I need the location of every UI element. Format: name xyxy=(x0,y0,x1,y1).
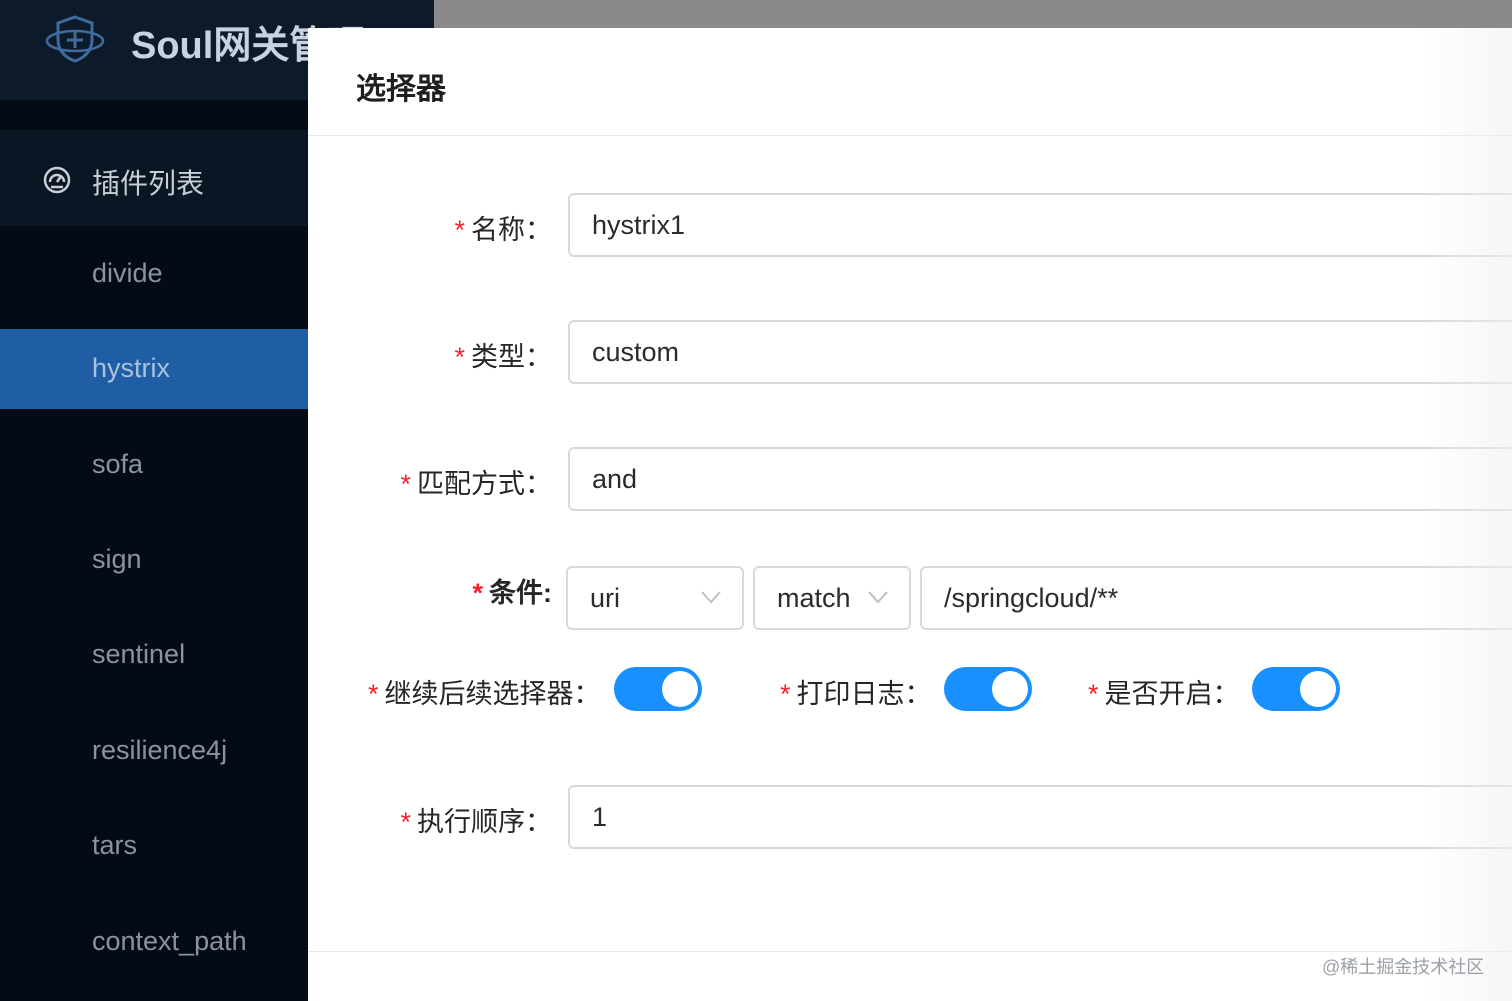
logged-switch[interactable] xyxy=(944,667,1032,711)
sidebar-item-divide[interactable]: divide xyxy=(0,234,308,314)
sidebar-item-sofa[interactable]: sofa xyxy=(0,425,308,505)
sidebar-item-label: resilience4j xyxy=(92,735,228,765)
sidebar-item-tars[interactable]: tars xyxy=(0,806,308,886)
condition-label: * 条件: xyxy=(472,578,552,608)
required-mark: * xyxy=(472,578,483,608)
sort-input-value: 1 xyxy=(592,802,608,832)
sidebar-item-label: sentinel xyxy=(92,639,186,669)
condition-param-type-select[interactable]: uri xyxy=(566,566,744,630)
name-label: * 名称： xyxy=(454,215,552,245)
drawer-header: 选择器 xyxy=(308,28,1512,136)
enabled-switch[interactable] xyxy=(1252,667,1340,711)
chevron-down-icon xyxy=(701,591,721,604)
required-mark: * xyxy=(368,679,379,709)
drawer-title: 选择器 xyxy=(356,73,446,106)
required-mark: * xyxy=(400,469,411,499)
sidebar-item-label: tars xyxy=(92,830,138,860)
sidebar-item-label: hystrix xyxy=(92,353,171,383)
sidebar-item-sign[interactable]: sign xyxy=(0,520,308,600)
sidebar-item-label: sign xyxy=(92,544,142,574)
type-select[interactable]: custom xyxy=(568,320,1512,384)
sort-label: * 执行顺序： xyxy=(400,807,552,837)
required-mark: * xyxy=(780,679,791,709)
match-mode-label: * 匹配方式： xyxy=(400,469,552,499)
condition-operator-select[interactable]: match xyxy=(753,566,911,630)
match-mode-value: and xyxy=(592,464,638,494)
logged-label: * 打印日志： xyxy=(780,679,932,709)
required-mark: * xyxy=(454,215,465,245)
dashboard-icon xyxy=(43,166,71,194)
submenu-label: 插件列表 xyxy=(92,168,205,199)
sidebar-item-resilience4j[interactable]: resilience4j xyxy=(0,711,308,791)
footer-divider xyxy=(308,951,1512,952)
switch-knob xyxy=(992,671,1028,707)
sidebar-item-hystrix[interactable]: hystrix xyxy=(0,329,308,409)
enabled-label: * 是否开启： xyxy=(1088,679,1240,709)
sidebar-item-label: sofa xyxy=(92,449,144,479)
shield-icon xyxy=(45,15,105,63)
sidebar-item-sentinel[interactable]: sentinel xyxy=(0,615,308,695)
condition-value: /springcloud/** xyxy=(944,583,1119,613)
required-mark: * xyxy=(1088,679,1099,709)
type-select-value: custom xyxy=(592,337,680,367)
sidebar-item-label: context_path xyxy=(92,926,247,956)
submenu-plugin-list[interactable]: 插件列表 xyxy=(0,130,308,226)
continued-switch[interactable] xyxy=(614,667,702,711)
sidebar-item-label: divide xyxy=(92,258,163,288)
name-input-value: hystrix1 xyxy=(592,210,686,240)
sort-input[interactable]: 1 xyxy=(568,785,1512,849)
selector-drawer: 选择器 * 名称： hystrix1 * 类型： custom * 匹配方式： and… xyxy=(308,28,1512,1001)
chevron-down-icon xyxy=(868,591,888,604)
match-mode-select[interactable]: and xyxy=(568,447,1512,511)
continued-label: * 继续后续选择器： xyxy=(368,679,601,709)
switch-knob xyxy=(1300,671,1336,707)
sidebar-item-context-path[interactable]: context_path xyxy=(0,902,308,982)
required-mark: * xyxy=(454,342,465,372)
condition-operator-value: match xyxy=(777,583,851,613)
type-label: * 类型： xyxy=(454,342,552,372)
watermark: @稀土掘金技术社区 xyxy=(1322,957,1485,977)
condition-value-input[interactable]: /springcloud/** xyxy=(920,566,1512,630)
condition-param-type-value: uri xyxy=(590,583,621,613)
name-input[interactable]: hystrix1 xyxy=(568,193,1512,257)
switch-knob xyxy=(662,671,698,707)
required-mark: * xyxy=(400,807,411,837)
